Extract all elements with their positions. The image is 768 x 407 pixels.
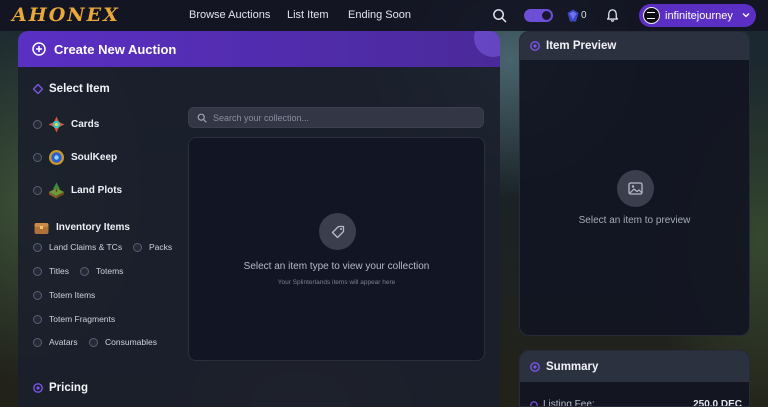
soulkeep-thumbnail: [49, 150, 64, 165]
collection-search[interactable]: [188, 107, 484, 128]
top-navigation-bar: AHONEX Browse Auctions List Item Ending …: [0, 0, 768, 31]
land-plots-label: Land Plots: [71, 185, 123, 196]
search-input[interactable]: [213, 112, 473, 123]
preview-empty-message: Select an item to preview: [578, 215, 691, 226]
cards-label: Cards: [71, 119, 100, 130]
create-auction-panel: Create New Auction Select Item Cards Sou…: [18, 31, 500, 407]
land-plots-radio[interactable]: [33, 186, 42, 195]
land-claims-label: Land Claims & TCs: [49, 242, 123, 252]
diamond-icon: [33, 84, 43, 94]
titles-label: Titles: [49, 266, 69, 276]
totem-fragments-radio[interactable]: [33, 314, 42, 324]
option-packs[interactable]: Packs: [133, 242, 172, 252]
listing-fee-label-wrap: Listing Fee:: [530, 399, 595, 407]
listing-fee-value: 250.0 DEC: [693, 399, 742, 407]
listing-fee-label: Listing Fee:: [543, 399, 595, 407]
user-menu[interactable]: infinitejourney: [639, 4, 756, 27]
summary-title: Summary: [546, 360, 599, 373]
totem-fragments-label: Totem Fragments: [49, 314, 116, 324]
image-icon-circle: [617, 170, 654, 207]
inventory-items-heading: Inventory Items: [33, 219, 130, 236]
totems-radio[interactable]: [80, 266, 89, 276]
inventory-items-label: Inventory Items: [56, 222, 130, 233]
bell-icon[interactable]: [605, 8, 620, 23]
panel-header: Create New Auction: [18, 31, 500, 67]
pricing-heading: Pricing: [33, 382, 88, 394]
chest-icon: [34, 223, 49, 234]
listing-fee-row: Listing Fee: 250.0 DEC: [530, 399, 742, 407]
eye-icon: [530, 41, 540, 51]
search-icon[interactable]: [492, 8, 507, 23]
pricing-label: Pricing: [49, 382, 88, 394]
avatar: [643, 7, 660, 24]
collection-grid: Select an item type to view your collect…: [188, 137, 485, 361]
plus-circle-icon: [32, 42, 46, 56]
collection-empty-message: Select an item type to view your collect…: [243, 261, 430, 272]
land-plots-thumbnail: [49, 182, 64, 199]
consumables-radio[interactable]: [89, 337, 98, 347]
land-claims-radio[interactable]: [33, 242, 42, 252]
soulkeep-label: SoulKeep: [71, 152, 118, 163]
header-decoration: [474, 31, 500, 57]
totems-label: Totems: [96, 266, 124, 276]
moon-icon: [542, 11, 551, 20]
option-avatars[interactable]: Avatars: [33, 337, 78, 347]
coin-icon: [33, 383, 43, 393]
option-land-claims[interactable]: Land Claims & TCs: [33, 242, 122, 252]
summary-header: Summary: [520, 351, 749, 382]
collection-empty-subtext: Your Splinterlands items will appear her…: [277, 279, 396, 286]
image-icon: [628, 182, 643, 195]
select-item-heading: Select Item: [33, 83, 110, 95]
nav-browse-auctions[interactable]: Browse Auctions: [189, 9, 270, 21]
option-totem-items[interactable]: Totem Items: [33, 290, 95, 300]
avatars-radio[interactable]: [33, 337, 42, 347]
packs-label: Packs: [149, 242, 173, 252]
chevron-down-icon: [742, 13, 750, 18]
item-preview-title: Item Preview: [546, 40, 617, 52]
option-totems[interactable]: Totems: [80, 266, 123, 276]
consumables-label: Consumables: [105, 337, 157, 347]
option-consumables[interactable]: Consumables: [89, 337, 157, 347]
tag-icon-circle: [319, 213, 356, 250]
page-title: Create New Auction: [54, 41, 177, 57]
gem-count: 0: [581, 10, 587, 21]
totem-items-label: Totem Items: [49, 290, 96, 300]
avatars-label: Avatars: [49, 337, 78, 347]
summary-panel: Summary Listing Fee: 250.0 DEC: [519, 350, 750, 407]
item-type-soulkeep[interactable]: SoulKeep: [33, 149, 117, 166]
select-item-label: Select Item: [49, 83, 110, 95]
item-type-land-plots[interactable]: Land Plots: [33, 182, 122, 199]
soulkeep-radio[interactable]: [33, 153, 42, 162]
cards-thumbnail: [48, 116, 65, 133]
summary-icon: [530, 361, 540, 372]
nav-ending-soon[interactable]: Ending Soon: [348, 9, 411, 21]
titles-radio[interactable]: [33, 266, 42, 276]
tag-icon: [331, 225, 344, 238]
option-titles[interactable]: Titles: [33, 266, 69, 276]
totem-items-radio[interactable]: [33, 290, 42, 300]
gem-icon[interactable]: [567, 9, 579, 22]
site-logo[interactable]: AHONEX: [12, 4, 120, 26]
item-preview-panel: Item Preview Select an item to preview: [519, 31, 750, 336]
theme-toggle[interactable]: [524, 9, 553, 22]
packs-radio[interactable]: [133, 242, 142, 252]
item-preview-header: Item Preview: [520, 32, 749, 60]
fee-icon: [530, 400, 538, 406]
option-totem-fragments[interactable]: Totem Fragments: [33, 314, 115, 324]
nav-list-item[interactable]: List Item: [287, 9, 329, 21]
search-icon: [197, 113, 207, 123]
item-type-cards[interactable]: Cards: [33, 116, 99, 133]
cards-radio[interactable]: [33, 120, 42, 129]
username: infinitejourney: [665, 9, 733, 22]
